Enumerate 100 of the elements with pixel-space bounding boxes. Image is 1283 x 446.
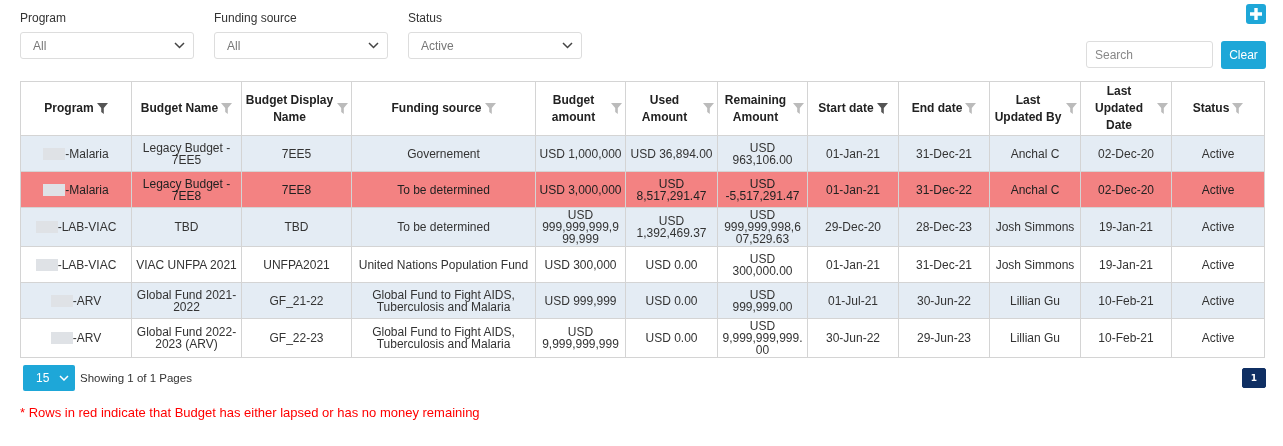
table-cell: USD 8,517,291.47 <box>636 176 707 203</box>
table-cell: USD 36,894.00 <box>630 146 713 161</box>
table-cell: 28-Dec-23 <box>916 220 972 234</box>
table-cell: TBD <box>174 220 199 234</box>
redacted-blur <box>43 183 66 196</box>
table-cell: USD 300,000.00 <box>732 251 793 278</box>
table-cell: -ARV <box>72 294 102 307</box>
filter-dropdown[interactable]: All <box>20 32 194 59</box>
table-cell: USD 3,000,000 <box>539 182 622 197</box>
filter-label: Funding source <box>214 11 298 25</box>
chevron-down-icon <box>59 375 69 381</box>
column-header[interactable]: Last Updated Date <box>1080 81 1172 136</box>
table-cell: 19-Jan-21 <box>1098 220 1153 234</box>
table-cell: -Malaria <box>65 147 109 160</box>
table-cell: GF_22-23 <box>269 331 324 345</box>
table-cell: 01-Jul-21 <box>828 293 878 308</box>
table-cell: Active <box>1201 331 1235 345</box>
chevron-down-icon <box>174 42 185 49</box>
table-cell: -LAB-VIAC <box>57 258 117 271</box>
table-cell: USD 1,392,469.37 <box>636 214 707 240</box>
filter-icon[interactable] <box>96 103 108 114</box>
table-cell: USD 0.00 <box>645 293 698 308</box>
column-header[interactable]: Last Updated By <box>989 81 1081 136</box>
table-cell: 02-Dec-20 <box>1098 146 1154 161</box>
redacted-blur <box>50 332 73 344</box>
search-field[interactable]: Search <box>1086 41 1213 68</box>
table-cell: 30-Jun-22 <box>916 293 971 308</box>
table-cell: Josh Simmons <box>995 220 1075 234</box>
column-header[interactable]: Remaining Amount <box>717 81 808 136</box>
table-cell: USD 9,999,999,999 <box>542 325 619 351</box>
table-cell: 02-Dec-20 <box>1098 182 1154 197</box>
table-cell: To be determined <box>397 220 490 234</box>
column-header[interactable]: End date <box>898 81 990 136</box>
column-header[interactable]: Funding source <box>351 81 536 136</box>
table-cell: TBD <box>284 220 309 234</box>
table-cell: Lillian Gu <box>1010 293 1060 308</box>
table-cell: Active <box>1201 257 1235 272</box>
filter-icon[interactable] <box>876 103 888 114</box>
table-cell: Anchal C <box>1010 146 1060 161</box>
table-cell: USD 999,999,998,607,529.63 <box>724 208 801 246</box>
table-cell: Lillian Gu <box>1010 331 1060 345</box>
filter-label: Status <box>408 11 444 25</box>
table-cell: USD 999,999.00 <box>732 287 793 314</box>
table-cell: 01-Jan-21 <box>825 146 880 161</box>
table-cell: Global Fund 2021-2022 <box>136 287 237 314</box>
table-cell: Global Fund to Fight AIDS, Tuberculosis and Malaria <box>372 325 515 351</box>
table-cell: 01-Jan-21 <box>825 182 880 197</box>
table-cell: 7EE8 <box>281 182 312 197</box>
chevron-down-icon <box>368 42 379 49</box>
table-cell: Legacy Budget - 7EE8 <box>142 176 231 203</box>
table-cell: USD 999,999,999,999,999 <box>542 208 619 246</box>
table-cell: UNFPA2021 <box>263 257 330 272</box>
table-cell: To be determined <box>397 182 490 197</box>
table-cell: USD 300,000 <box>544 257 617 272</box>
table-cell: USD -5,517,291.47 <box>725 176 800 203</box>
table-cell: USD 0.00 <box>645 331 698 345</box>
column-header[interactable]: Budget Name <box>131 81 242 136</box>
table-cell: USD 0.00 <box>645 257 698 272</box>
column-header[interactable]: Budget Display Name <box>241 81 352 136</box>
add-icon[interactable] <box>1246 4 1266 24</box>
table-cell: Active <box>1201 293 1235 308</box>
table-cell: USD 999,999 <box>544 293 617 308</box>
table-cell: 29-Jun-23 <box>916 331 971 345</box>
table-cell: United Nations Population Fund <box>358 257 529 272</box>
column-header[interactable]: Start date <box>807 81 899 136</box>
table-cell: GF_21-22 <box>269 293 324 308</box>
table-cell: Active <box>1201 146 1235 161</box>
table-cell: 29-Dec-20 <box>825 220 881 234</box>
column-header[interactable]: Budget amount <box>535 81 626 136</box>
table-cell: 10-Feb-21 <box>1098 293 1154 308</box>
filter-dropdown[interactable]: All <box>214 32 388 59</box>
column-header[interactable]: Status <box>1171 81 1265 136</box>
column-header[interactable]: Used Amount <box>625 81 718 136</box>
table-cell: VIAC UNFPA 2021 <box>136 257 237 272</box>
filter-dropdown[interactable]: Active <box>408 32 582 59</box>
table-cell: Josh Simmons <box>995 257 1075 272</box>
table-cell: 7EE5 <box>281 146 312 161</box>
table-cell: 10-Feb-21 <box>1098 331 1154 345</box>
table-cell: 01-Jan-21 <box>825 257 880 272</box>
footnote: * Rows in red indicate that Budget has either lapsed or has no money remaining <box>20 405 480 420</box>
table-cell: Anchal C <box>1010 182 1060 197</box>
page-button[interactable]: 1 <box>1242 368 1266 388</box>
table-cell: Active <box>1201 182 1235 197</box>
table-cell: Legacy Budget - 7EE5 <box>142 140 231 167</box>
column-header[interactable]: Program <box>20 81 132 136</box>
table-cell: Global Fund to Fight AIDS, Tuberculosis and Malaria <box>372 287 515 314</box>
table-cell: 19-Jan-21 <box>1098 257 1153 272</box>
table-cell: USD 963,106.00 <box>732 140 793 167</box>
table-cell: -ARV <box>72 332 102 344</box>
table-cell: 31-Dec-21 <box>916 257 972 272</box>
table-cell: Governement <box>407 146 480 161</box>
table-cell: USD 1,000,000 <box>539 146 622 161</box>
redacted-blur <box>35 258 58 271</box>
table-cell: Active <box>1201 220 1235 234</box>
table-cell: 31-Dec-21 <box>916 146 972 161</box>
table-cell: -Malaria <box>65 183 109 196</box>
table-cell: -LAB-VIAC <box>57 221 117 233</box>
chevron-down-icon <box>562 42 573 49</box>
table-cell: 30-Jun-22 <box>825 331 880 345</box>
table-cell: Global Fund 2022-2023 (ARV) <box>136 325 237 351</box>
